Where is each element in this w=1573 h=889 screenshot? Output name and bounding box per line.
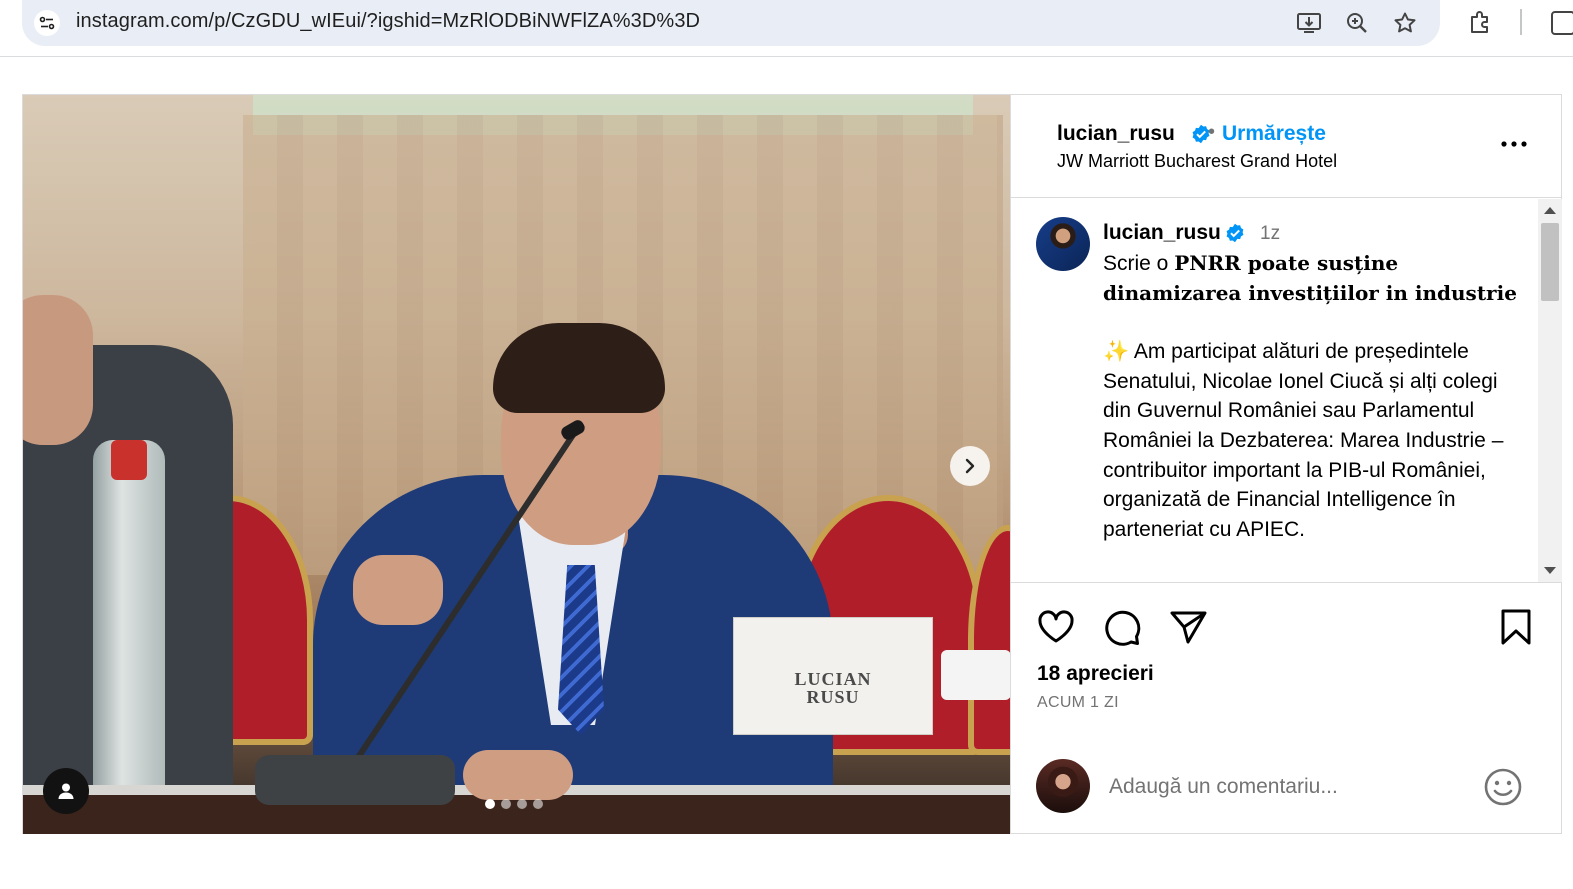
heart-icon: [1038, 610, 1074, 643]
caption-text: Scrie o PNRR poate susține dinamizarea i…: [1103, 249, 1523, 544]
post-header: lucian_rusu • Urmărește JW Marriott Buch…: [1011, 95, 1562, 198]
comment-button[interactable]: [1101, 606, 1143, 648]
nameplate-line2: RUSU: [806, 687, 860, 707]
comment-input[interactable]: [1109, 767, 1469, 807]
save-button[interactable]: [1495, 606, 1537, 648]
emoji-picker-button[interactable]: [1481, 765, 1525, 809]
caption-area[interactable]: lucian_rusu 1z Scrie o PNRR poate susțin…: [1011, 199, 1562, 583]
author-avatar[interactable]: [1036, 217, 1090, 271]
slide-dot: [517, 799, 527, 809]
likes-count[interactable]: 18 aprecieri: [1037, 662, 1154, 686]
instagram-post: LUCIAN RUSU lucian_rusu • Urmărește JW M…: [22, 94, 1562, 834]
caption-time[interactable]: 1z: [1260, 223, 1280, 245]
slide-dot: [533, 799, 543, 809]
like-button[interactable]: [1035, 606, 1077, 648]
post-date[interactable]: ACUM 1 ZI: [1037, 694, 1119, 712]
slide-dot: [485, 799, 495, 809]
address-bar[interactable]: instagram.com/p/CzGDU_wIEui/?igshid=MzRl…: [22, 0, 1440, 46]
photo-water-bottle: [93, 440, 165, 820]
caption-body: Am participat alături de președintele Se…: [1103, 340, 1504, 541]
tagged-users-button[interactable]: [43, 768, 89, 814]
author-username[interactable]: lucian_rusu: [1057, 122, 1175, 146]
verified-badge-icon: [1226, 223, 1244, 243]
bookmark-star-icon[interactable]: [1390, 8, 1420, 38]
comment-icon: [1105, 610, 1141, 646]
caption-prefix: Scrie o: [1103, 252, 1175, 275]
current-user-avatar: [1036, 759, 1090, 813]
site-info-icon[interactable]: [34, 10, 60, 36]
photo-cup: [941, 650, 1010, 700]
scrollbar-thumb[interactable]: [1541, 223, 1559, 301]
url-text[interactable]: instagram.com/p/CzGDU_wIEui/?igshid=MzRl…: [76, 10, 700, 33]
photo-mic-base: [255, 755, 455, 805]
slide-dot: [501, 799, 511, 809]
add-comment-bar: [1011, 745, 1562, 834]
location-link[interactable]: JW Marriott Bucharest Grand Hotel: [1057, 151, 1337, 172]
sparkles-icon: ✨: [1103, 340, 1130, 364]
user-icon: [58, 783, 74, 799]
toolbar-divider: [1520, 9, 1522, 35]
post-media[interactable]: LUCIAN RUSU: [23, 95, 1010, 834]
caption-headline: Scrie o PNRR poate susține dinamizarea i…: [1103, 249, 1523, 308]
extensions-icon[interactable]: [1466, 8, 1496, 38]
next-slide-button[interactable]: [950, 446, 990, 486]
more-options-icon[interactable]: [1499, 133, 1529, 155]
post-side-panel: lucian_rusu • Urmărește JW Marriott Buch…: [1010, 95, 1562, 834]
share-button[interactable]: [1167, 606, 1209, 648]
post-actions: 18 aprecieri ACUM 1 ZI: [1011, 584, 1562, 744]
scroll-down-arrow-icon[interactable]: [1544, 567, 1556, 574]
header-separator: •: [1208, 121, 1216, 143]
send-icon: [1170, 611, 1207, 644]
photo-bottle-cap: [111, 440, 147, 480]
follow-button[interactable]: Urmărește: [1222, 122, 1326, 146]
zoom-icon[interactable]: [1342, 8, 1372, 38]
caption-scrollbar[interactable]: [1538, 199, 1562, 582]
profile-icon[interactable]: [1550, 8, 1573, 38]
caption-username[interactable]: lucian_rusu: [1103, 221, 1221, 245]
chevron-right-icon: [965, 458, 975, 474]
slide-indicator: [485, 799, 543, 809]
nameplate-line1: LUCIAN: [794, 669, 872, 689]
photo-nameplate: LUCIAN RUSU: [733, 617, 933, 735]
photo-person-left-head: [23, 295, 93, 445]
photo-hair: [493, 323, 665, 413]
caption-paragraph: ✨ Am participat alături de președintele …: [1103, 337, 1523, 544]
smiley-icon: [1484, 768, 1522, 806]
bookmark-icon: [1501, 609, 1531, 645]
browser-toolbar: instagram.com/p/CzGDU_wIEui/?igshid=MzRl…: [0, 0, 1573, 57]
scroll-up-arrow-icon[interactable]: [1544, 207, 1556, 214]
photo-microphone: [350, 420, 585, 767]
install-app-icon[interactable]: [1294, 8, 1324, 38]
